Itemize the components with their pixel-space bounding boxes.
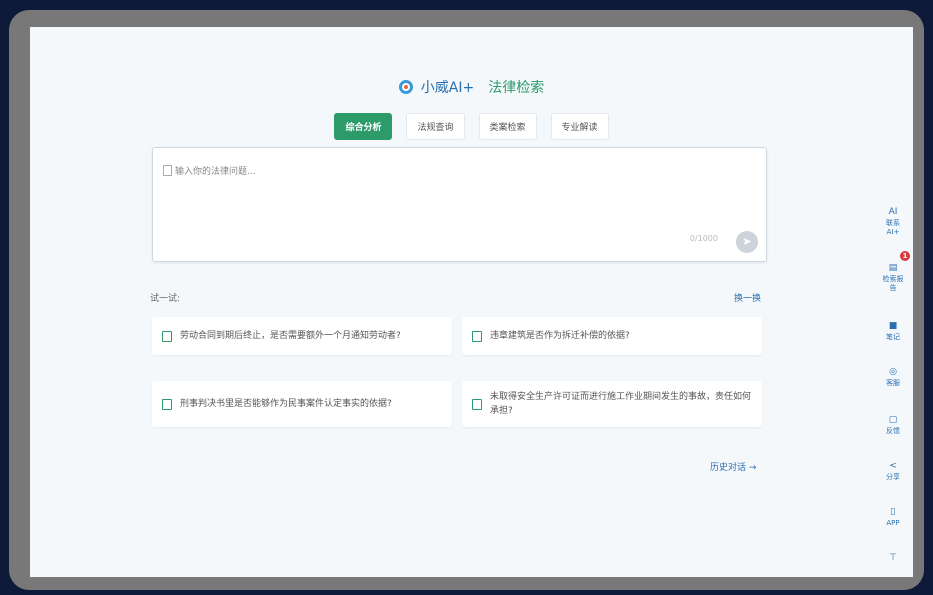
document-icon bbox=[163, 165, 172, 176]
sidebar-item-label: 分享 bbox=[886, 473, 900, 481]
suggestions-title: 试一试: bbox=[150, 294, 181, 304]
history-link[interactable]: 历史对话 → bbox=[710, 460, 756, 473]
report-icon: ▤ bbox=[888, 263, 898, 273]
notes-icon: ■ bbox=[888, 321, 898, 331]
sidebar-item-label: 笔记 bbox=[886, 333, 900, 341]
tab-comprehensive-analysis[interactable]: 综合分析 bbox=[334, 113, 393, 140]
suggestion-card[interactable]: 未取得安全生产许可证而进行施工作业期间发生的事故，责任如何承担? bbox=[462, 381, 762, 427]
brand-name: 小威AI+ bbox=[420, 80, 475, 96]
mobile-icon: ▯ bbox=[890, 507, 896, 517]
question-input[interactable]: 输入你的法律问题... 0/1000 ➤ bbox=[152, 147, 767, 262]
question-icon bbox=[472, 398, 482, 410]
question-icon bbox=[162, 330, 172, 342]
suggestion-card[interactable]: 刑事判决书里是否能够作为民事案件认定事实的依据? bbox=[152, 381, 452, 427]
sidebar-item-notes[interactable]: ■ 笔记 bbox=[881, 321, 905, 342]
question-placeholder: 输入你的法律问题... bbox=[175, 167, 256, 177]
suggestion-text: 劳动合同到期后终止，是否需要额外一个月通知劳动者? bbox=[180, 331, 401, 341]
sidebar-item-label: 反馈 bbox=[886, 427, 900, 435]
logo-icon bbox=[398, 80, 413, 94]
sidebar-item-ai[interactable]: AI 联系AI+ bbox=[881, 207, 905, 237]
tab-case-search[interactable]: 类案检索 bbox=[478, 113, 537, 140]
tab-regulation-query[interactable]: 法规查询 bbox=[406, 113, 465, 140]
header: 小威AI+ 法律检索 bbox=[30, 77, 913, 97]
suggestion-text: 未取得安全生产许可证而进行施工作业期间发生的事故，责任如何承担? bbox=[490, 392, 752, 416]
mode-tabs: 综合分析 法规查询 类案检索 专业解读 bbox=[30, 113, 913, 140]
send-button[interactable]: ➤ bbox=[736, 231, 758, 253]
question-icon bbox=[472, 330, 482, 342]
suggestion-text: 违章建筑是否作为拆迁补偿的依据? bbox=[490, 331, 630, 341]
notification-badge: 1 bbox=[900, 251, 910, 261]
sidebar-item-label: 联系AI+ bbox=[886, 219, 900, 236]
feedback-icon: ▢ bbox=[888, 415, 898, 425]
tab-expert-interpretation[interactable]: 专业解读 bbox=[550, 113, 609, 140]
ai-icon: AI bbox=[888, 207, 898, 217]
suggestion-card[interactable]: 劳动合同到期后终止，是否需要额外一个月通知劳动者? bbox=[152, 317, 452, 355]
app-screen: 小威AI+ 法律检索 综合分析 法规查询 类案检索 专业解读 输入你的法律问题.… bbox=[30, 27, 913, 577]
sidebar-item-app[interactable]: ▯ APP bbox=[881, 507, 905, 528]
headset-icon: ◎ bbox=[889, 367, 897, 377]
sidebar-item-label: 检索报告 bbox=[882, 275, 904, 292]
sidebar-item-feedback[interactable]: ▢ 反馈 bbox=[881, 415, 905, 436]
question-icon bbox=[162, 398, 172, 410]
refresh-suggestions-link[interactable]: 换一换 bbox=[734, 291, 761, 304]
char-counter: 0/1000 bbox=[689, 234, 718, 243]
sidebar-item-label: APP bbox=[886, 519, 900, 527]
share-icon: < bbox=[889, 461, 897, 471]
sidebar-item-label: 客服 bbox=[886, 379, 900, 387]
suggestion-text: 刑事判决书里是否能够作为民事案件认定事实的依据? bbox=[180, 399, 392, 409]
suggestion-card[interactable]: 违章建筑是否作为拆迁补偿的依据? bbox=[462, 317, 762, 355]
page-title: 法律检索 bbox=[488, 80, 545, 96]
sidebar-item-report[interactable]: ▤ 检索报告 bbox=[881, 263, 905, 293]
sidebar-item-share[interactable]: < 分享 bbox=[881, 461, 905, 482]
back-to-top-button[interactable]: ⊤ bbox=[881, 553, 905, 563]
sidebar-item-support[interactable]: ◎ 客服 bbox=[881, 367, 905, 388]
arrow-up-icon: ⊤ bbox=[889, 553, 897, 563]
